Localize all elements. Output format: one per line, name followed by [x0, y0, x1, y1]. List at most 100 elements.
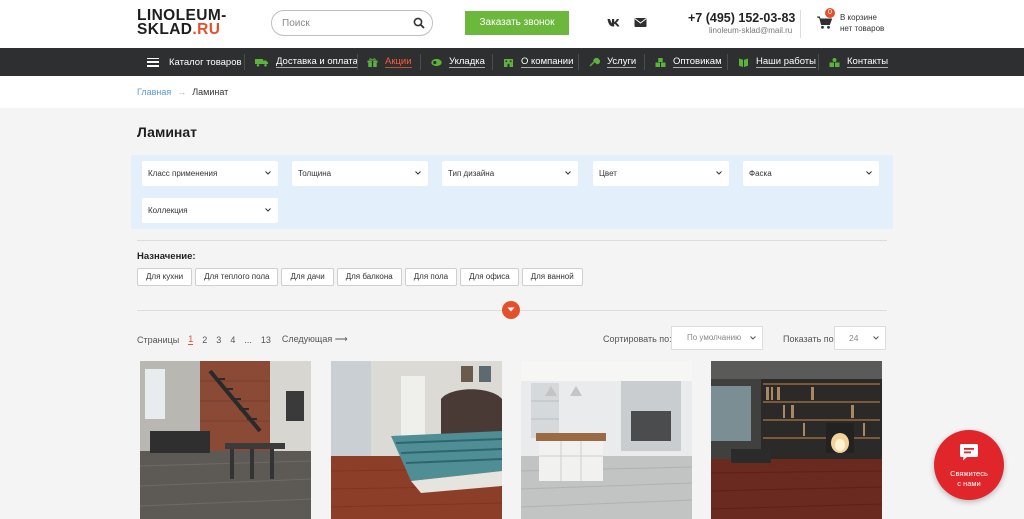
expand-filters-button[interactable] — [502, 301, 520, 319]
filter-label: Класс применения — [148, 169, 218, 178]
chevron-down-icon — [415, 171, 421, 175]
filter-label: Цвет — [599, 169, 617, 178]
nav-services-label: Услуги — [607, 56, 637, 68]
breadcrumb-home-link[interactable]: Главная — [137, 87, 171, 97]
cart-count-badge: 0 — [825, 8, 835, 18]
page-title: Ламинат — [137, 124, 198, 140]
chevron-down-icon — [565, 171, 571, 175]
pagination-label: Страницы — [137, 334, 180, 345]
filter-label: Толщина — [298, 169, 332, 178]
vk-icon[interactable] — [607, 17, 620, 28]
pagination: Страницы 1 2 3 4 ... 13 Следующая ⟶ — [137, 334, 357, 345]
breadcrumb-separator: → — [177, 87, 187, 97]
page-ellipsis: ... — [244, 334, 252, 345]
chat-widget-button[interactable]: Свяжитесь с нами — [934, 430, 1004, 500]
boxes-icon — [655, 57, 666, 67]
nav-installation[interactable]: Укладка — [431, 48, 485, 76]
cart-status-line-1: В корзине — [840, 13, 877, 22]
cart-status[interactable]: В корзине нет товаров — [840, 12, 884, 34]
nav-divider — [578, 54, 579, 70]
purpose-tag-kitchen[interactable]: Для кухни — [137, 268, 193, 286]
cart-status-line-2: нет товаров — [840, 24, 885, 33]
site-header: LINOLEUM- SKLAD.RU Заказать звонок +7 (4… — [0, 0, 1024, 48]
filter-collection[interactable]: Коллекция — [142, 198, 278, 223]
purpose-tag-bathroom[interactable]: Для ванной — [521, 268, 583, 286]
nav-divider — [727, 54, 728, 70]
nav-our-works-label: Наши работы — [756, 56, 816, 68]
breadcrumb-current: Ламинат — [192, 87, 229, 97]
search-icon[interactable] — [413, 17, 425, 29]
per-page-label: Показать по: — [783, 334, 837, 344]
purpose-tag-office[interactable]: Для офиса — [460, 268, 519, 286]
purpose-tag-balcony[interactable]: Для балкона — [336, 268, 402, 286]
menu-icon — [147, 57, 159, 67]
sort-select[interactable]: По умолчанию — [671, 326, 763, 350]
search-input[interactable] — [282, 15, 402, 31]
breadcrumb: Главная → Ламинат — [137, 87, 228, 97]
search-box — [271, 10, 433, 36]
chevron-down-icon — [873, 336, 879, 340]
nav-our-works[interactable]: Наши работы — [738, 48, 816, 76]
nav-wholesale[interactable]: Оптовикам — [655, 48, 722, 76]
nav-promotions[interactable]: Акции — [367, 48, 412, 76]
nav-catalog[interactable]: Каталог товаров — [147, 48, 242, 76]
page-link[interactable]: 4 — [230, 335, 235, 345]
page-link-current[interactable]: 1 — [188, 334, 194, 345]
nav-promotions-label: Акции — [385, 56, 412, 68]
purpose-tags: Для кухни Для теплого пола Для дачи Для … — [137, 268, 583, 286]
library-picture — [711, 361, 882, 519]
per-page-value: 24 — [849, 333, 859, 343]
next-page-link[interactable]: Следующая ⟶ — [282, 334, 348, 345]
product-card-image[interactable] — [140, 361, 311, 519]
nav-divider — [357, 54, 358, 70]
chat-icon — [960, 444, 978, 461]
nav-delivery[interactable]: Доставка и оплата — [255, 48, 358, 76]
page-link[interactable]: 3 — [216, 335, 221, 345]
product-card-image[interactable] — [331, 361, 502, 519]
filter-label: Тип дизайна — [448, 169, 495, 178]
filter-bevel[interactable]: Фаска — [743, 161, 879, 186]
contacts-icon — [829, 57, 840, 67]
nav-delivery-label: Доставка и оплата — [276, 56, 358, 68]
mail-icon[interactable] — [634, 17, 647, 28]
page-link-last[interactable]: 13 — [261, 335, 271, 345]
nav-wholesale-label: Оптовикам — [673, 56, 722, 68]
logo-line-2: SKLAD — [137, 21, 193, 38]
page-link[interactable]: 2 — [202, 335, 207, 345]
building-icon — [504, 58, 513, 67]
wrench-icon — [589, 57, 600, 67]
filter-design-type[interactable]: Тип дизайна — [442, 161, 578, 186]
purpose-tag-floor[interactable]: Для пола — [404, 268, 458, 286]
product-card-image[interactable] — [711, 361, 882, 519]
nav-contacts[interactable]: Контакты — [829, 48, 889, 76]
sort-label: Сортировать по: — [603, 334, 672, 344]
kitchen-picture — [521, 361, 692, 519]
product-card-image[interactable] — [521, 361, 692, 519]
filter-color[interactable]: Цвет — [593, 161, 729, 186]
filter-label: Фаска — [749, 169, 772, 178]
chevron-down-icon — [265, 171, 271, 175]
chevron-down-icon — [750, 336, 756, 340]
phone-number[interactable]: +7 (495) 152-03-83 — [688, 11, 795, 25]
purpose-tag-cottage[interactable]: Для дачи — [281, 268, 334, 286]
site-logo[interactable]: LINOLEUM- SKLAD.RU — [137, 8, 227, 38]
chevron-down-icon — [507, 307, 515, 312]
truck-icon — [255, 58, 268, 67]
per-page-select[interactable]: 24 — [834, 326, 886, 350]
nav-services[interactable]: Услуги — [589, 48, 637, 76]
header-divider — [800, 10, 801, 38]
nav-divider — [818, 54, 819, 70]
callback-button[interactable]: Заказать звонок — [465, 11, 569, 35]
email-link[interactable]: linoleum-sklad@mail.ru — [709, 26, 792, 35]
nav-about[interactable]: О компании — [503, 48, 574, 76]
filter-thickness[interactable]: Толщина — [292, 161, 428, 186]
chevron-down-icon — [716, 171, 722, 175]
nav-divider — [244, 54, 245, 70]
nav-divider — [492, 54, 493, 70]
gift-icon — [367, 57, 378, 67]
filter-application-class[interactable]: Класс применения — [142, 161, 278, 186]
main-nav: Каталог товаров Доставка и оплата Акции … — [0, 48, 1024, 76]
nav-contacts-label: Контакты — [847, 56, 889, 68]
purpose-tag-heated-floor[interactable]: Для теплого пола — [195, 268, 279, 286]
nav-divider — [644, 54, 645, 70]
